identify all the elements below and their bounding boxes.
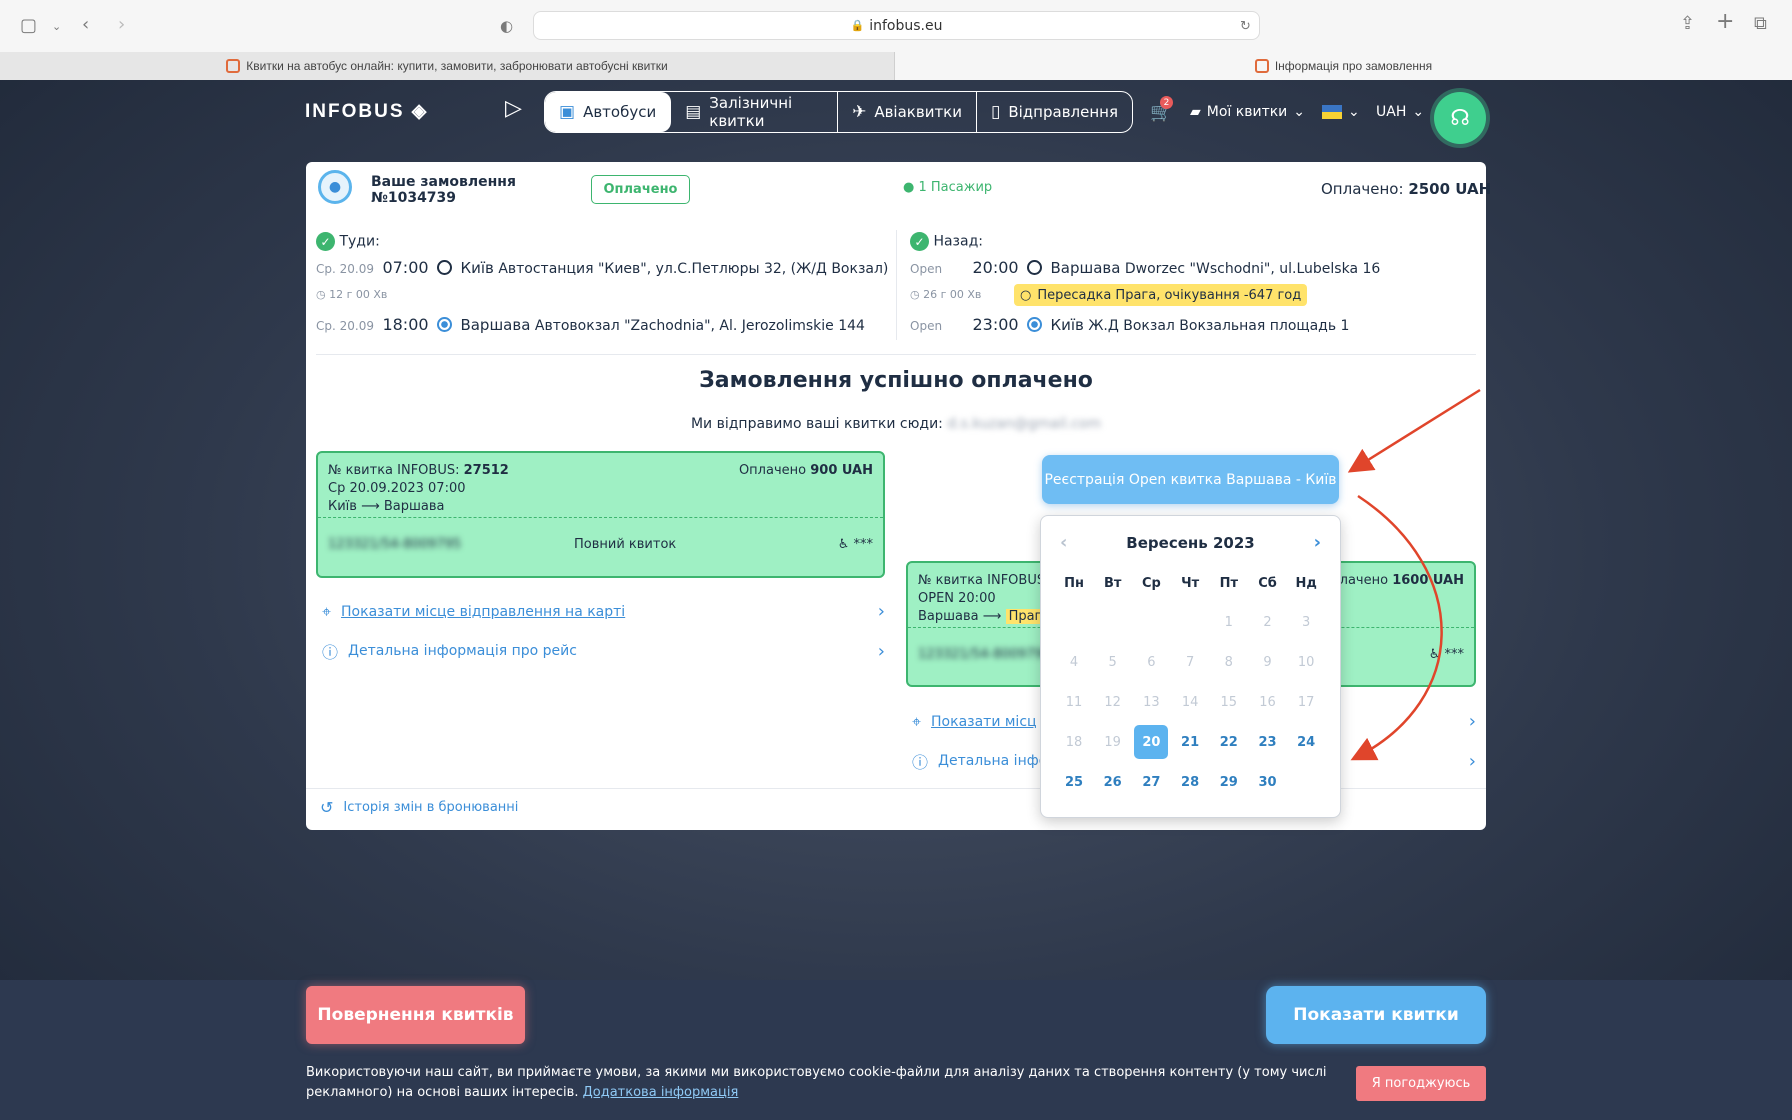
annotation-arrow [1350,494,1443,761]
annotation-arrows [1347,388,1481,761]
annotation-arrow [1347,388,1481,473]
cookie-more-link[interactable]: Додаткова інформація [583,1085,739,1100]
show-tickets-button[interactable]: Показати квитки [1266,986,1486,1044]
refund-button[interactable]: Повернення квитків [306,986,525,1044]
cookie-text: Використовуючи наш сайт, ви приймаєте ум… [306,1065,1327,1100]
cookie-notice: Використовуючи наш сайт, ви приймаєте ум… [306,1063,1346,1103]
cookie-agree-button[interactable]: Я погоджуюсь [1356,1066,1486,1101]
